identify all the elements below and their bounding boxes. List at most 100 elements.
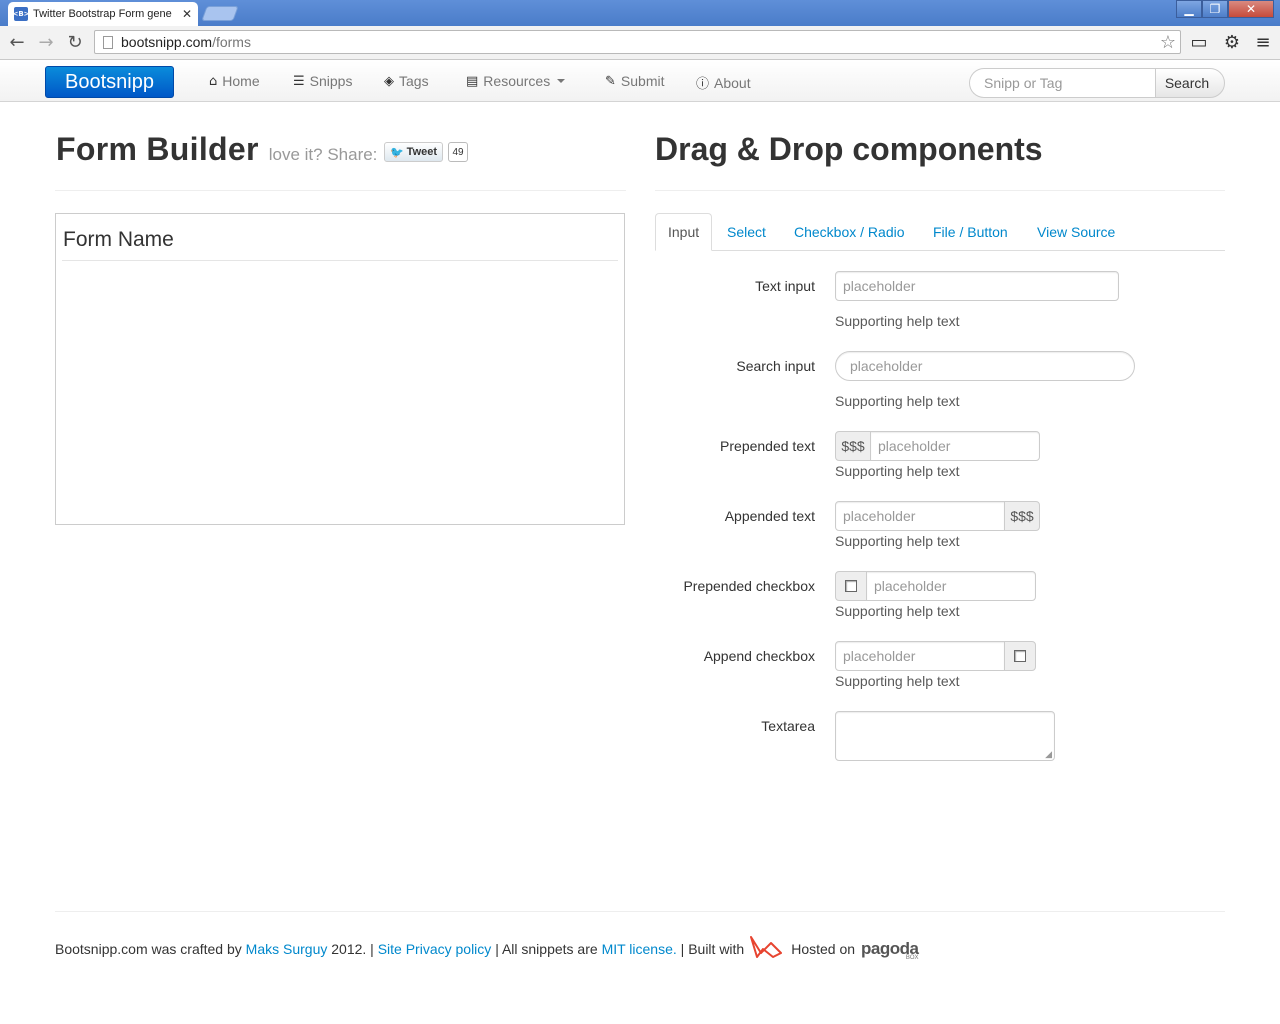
list-icon: ☰ [293, 73, 305, 89]
pagoda-logo-subtext: BOX [905, 954, 919, 961]
tweet-count[interactable]: 49 [448, 142, 468, 162]
bootsnipp-favicon-icon: <B> [12, 7, 30, 21]
tab-select[interactable]: Select [727, 213, 766, 251]
tab-checkbox-radio[interactable]: Checkbox / Radio [794, 213, 905, 251]
minimize-button[interactable]: ▁ [1176, 0, 1202, 18]
address-bar[interactable]: bootsnipp.com/forms ☆ [94, 30, 1181, 54]
append-checkbox-help: Supporting help text [835, 673, 960, 689]
page-title: Form Builder [56, 131, 259, 167]
menu-icon[interactable]: ≡ [1252, 31, 1274, 53]
text-input[interactable]: placeholder [835, 271, 1119, 301]
settings-gear-icon[interactable]: ⚙ [1221, 31, 1243, 53]
nav-snipps[interactable]: ☰ Snipps [293, 73, 352, 89]
footer-text-hosted: Hosted on [791, 940, 856, 957]
search-input[interactable]: placeholder [835, 351, 1135, 381]
brand-logo[interactable]: Bootsnipp [45, 66, 174, 98]
footer-text-crafted: Bootsnipp.com was crafted by [55, 940, 242, 957]
footer-text-built: | Built with [680, 940, 745, 957]
nav-search-input[interactable]: Snipp or Tag [969, 68, 1155, 98]
tab-close-icon[interactable]: ✕ [182, 7, 192, 21]
appended-text-input[interactable]: placeholder [835, 501, 1005, 531]
text-input-help: Supporting help text [835, 313, 960, 329]
nav-home-label: Home [222, 73, 260, 89]
prepended-checkbox[interactable] [845, 580, 857, 592]
dropdown-caret-icon [557, 79, 566, 83]
author-link[interactable]: Maks Surguy [246, 941, 328, 957]
tags-icon: ◈ [384, 73, 394, 89]
footer-text-year: 2012. | [331, 940, 374, 957]
pagodabox-logo[interactable]: pagoda BOX [861, 939, 919, 961]
restore-button[interactable]: ❐ [1202, 0, 1228, 18]
form-canvas[interactable]: Form Name [55, 213, 625, 525]
window-close-button[interactable]: ✕ [1228, 0, 1274, 18]
nav-about[interactable]: ⓘ About [696, 73, 751, 93]
prepended-text-help: Supporting help text [835, 463, 960, 479]
nav-home[interactable]: ⌂ Home [209, 73, 260, 89]
mit-license-link[interactable]: MIT license. [602, 941, 677, 957]
laravel-logo-icon[interactable] [749, 935, 783, 962]
browser-toolbar: ← → ↻ bootsnipp.com/forms ☆ ▭ ⚙ ≡ [0, 26, 1280, 60]
new-tab-button[interactable] [201, 6, 239, 21]
tweet-label: Tweet [406, 146, 438, 158]
prepended-checkbox-input[interactable]: placeholder [866, 571, 1036, 601]
url-path: /forms [212, 34, 251, 50]
nav-tags[interactable]: ◈ Tags [384, 73, 429, 89]
divider [655, 190, 1225, 191]
legend-divider [62, 260, 618, 261]
reload-icon[interactable]: ↻ [64, 31, 86, 53]
nav-submit-label: Submit [620, 73, 665, 89]
url-host: bootsnipp.com [121, 34, 213, 50]
form-name-legend[interactable]: Form Name [63, 228, 174, 252]
cast-icon[interactable]: ▭ [1188, 31, 1210, 53]
component-tabs: Input Select Checkbox / Radio File / But… [655, 213, 1225, 251]
appended-checkbox[interactable] [1014, 650, 1026, 662]
twitter-bird-icon: 🐦 [389, 146, 404, 159]
append-checkbox-input[interactable]: placeholder [835, 641, 1005, 671]
nav-submit[interactable]: ✎ Submit [605, 73, 664, 89]
prepended-text-label: Prepended text [720, 438, 815, 454]
tweet-button[interactable]: 🐦 Tweet [384, 142, 443, 162]
home-icon: ⌂ [209, 73, 218, 89]
append-checkbox-addon [1004, 641, 1036, 671]
site-navbar: Bootsnipp ⌂ Home ☰ Snipps ◈ Tags ▤ Resou… [0, 61, 1280, 102]
prepended-text-input[interactable]: placeholder [870, 431, 1040, 461]
bookmark-star-icon[interactable]: ☆ [1160, 32, 1176, 53]
book-icon: ▤ [466, 73, 479, 89]
tab-file-button[interactable]: File / Button [933, 213, 1008, 251]
text-input-label: Text input [755, 278, 815, 294]
footer: Bootsnipp.com was crafted by Maks Surguy… [55, 935, 919, 962]
divider [55, 190, 626, 191]
tab-title: Twitter Bootstrap Form gene [33, 8, 172, 20]
resize-handle-icon[interactable]: ◢ [1045, 749, 1052, 760]
browser-tab[interactable]: <B> Twitter Bootstrap Form gene ✕ [8, 2, 198, 26]
textarea-label: Textarea [761, 718, 815, 734]
prepended-checkbox-help: Supporting help text [835, 603, 960, 619]
prepend-checkbox-addon [835, 571, 867, 601]
browser-title-bar: <B> Twitter Bootstrap Form gene ✕ ▁ ❐ ✕ [0, 0, 1280, 26]
nav-search-button[interactable]: Search [1155, 68, 1225, 98]
forward-icon[interactable]: → [35, 31, 57, 53]
tab-input[interactable]: Input [655, 213, 713, 251]
nav-resources-label: Resources [483, 73, 551, 89]
search-input-help: Supporting help text [835, 393, 960, 409]
prepended-checkbox-label: Prepended checkbox [683, 578, 815, 594]
nav-about-label: About [714, 74, 751, 91]
appended-text-label: Appended text [724, 508, 815, 524]
privacy-policy-link[interactable]: Site Privacy policy [378, 941, 492, 957]
footer-text-snippets: | All snippets are [495, 940, 598, 957]
append-addon: $$$ [1004, 501, 1040, 531]
back-icon[interactable]: ← [6, 31, 28, 53]
prepend-addon: $$$ [835, 431, 871, 461]
pencil-icon: ✎ [605, 73, 616, 89]
tab-view-source[interactable]: View Source [1037, 213, 1115, 251]
append-checkbox-label: Append checkbox [703, 648, 815, 664]
components-title: Drag & Drop components [655, 131, 1043, 167]
nav-tags-label: Tags [399, 73, 429, 89]
textarea-field[interactable]: ◢ [835, 711, 1055, 761]
nav-resources[interactable]: ▤ Resources [466, 73, 566, 89]
form-builder-header: Form Builder love it? Share: [56, 131, 626, 171]
info-icon: ⓘ [696, 77, 710, 92]
search-input-label: Search input [736, 358, 815, 374]
nav-snipps-label: Snipps [309, 73, 353, 89]
appended-text-help: Supporting help text [835, 533, 960, 549]
